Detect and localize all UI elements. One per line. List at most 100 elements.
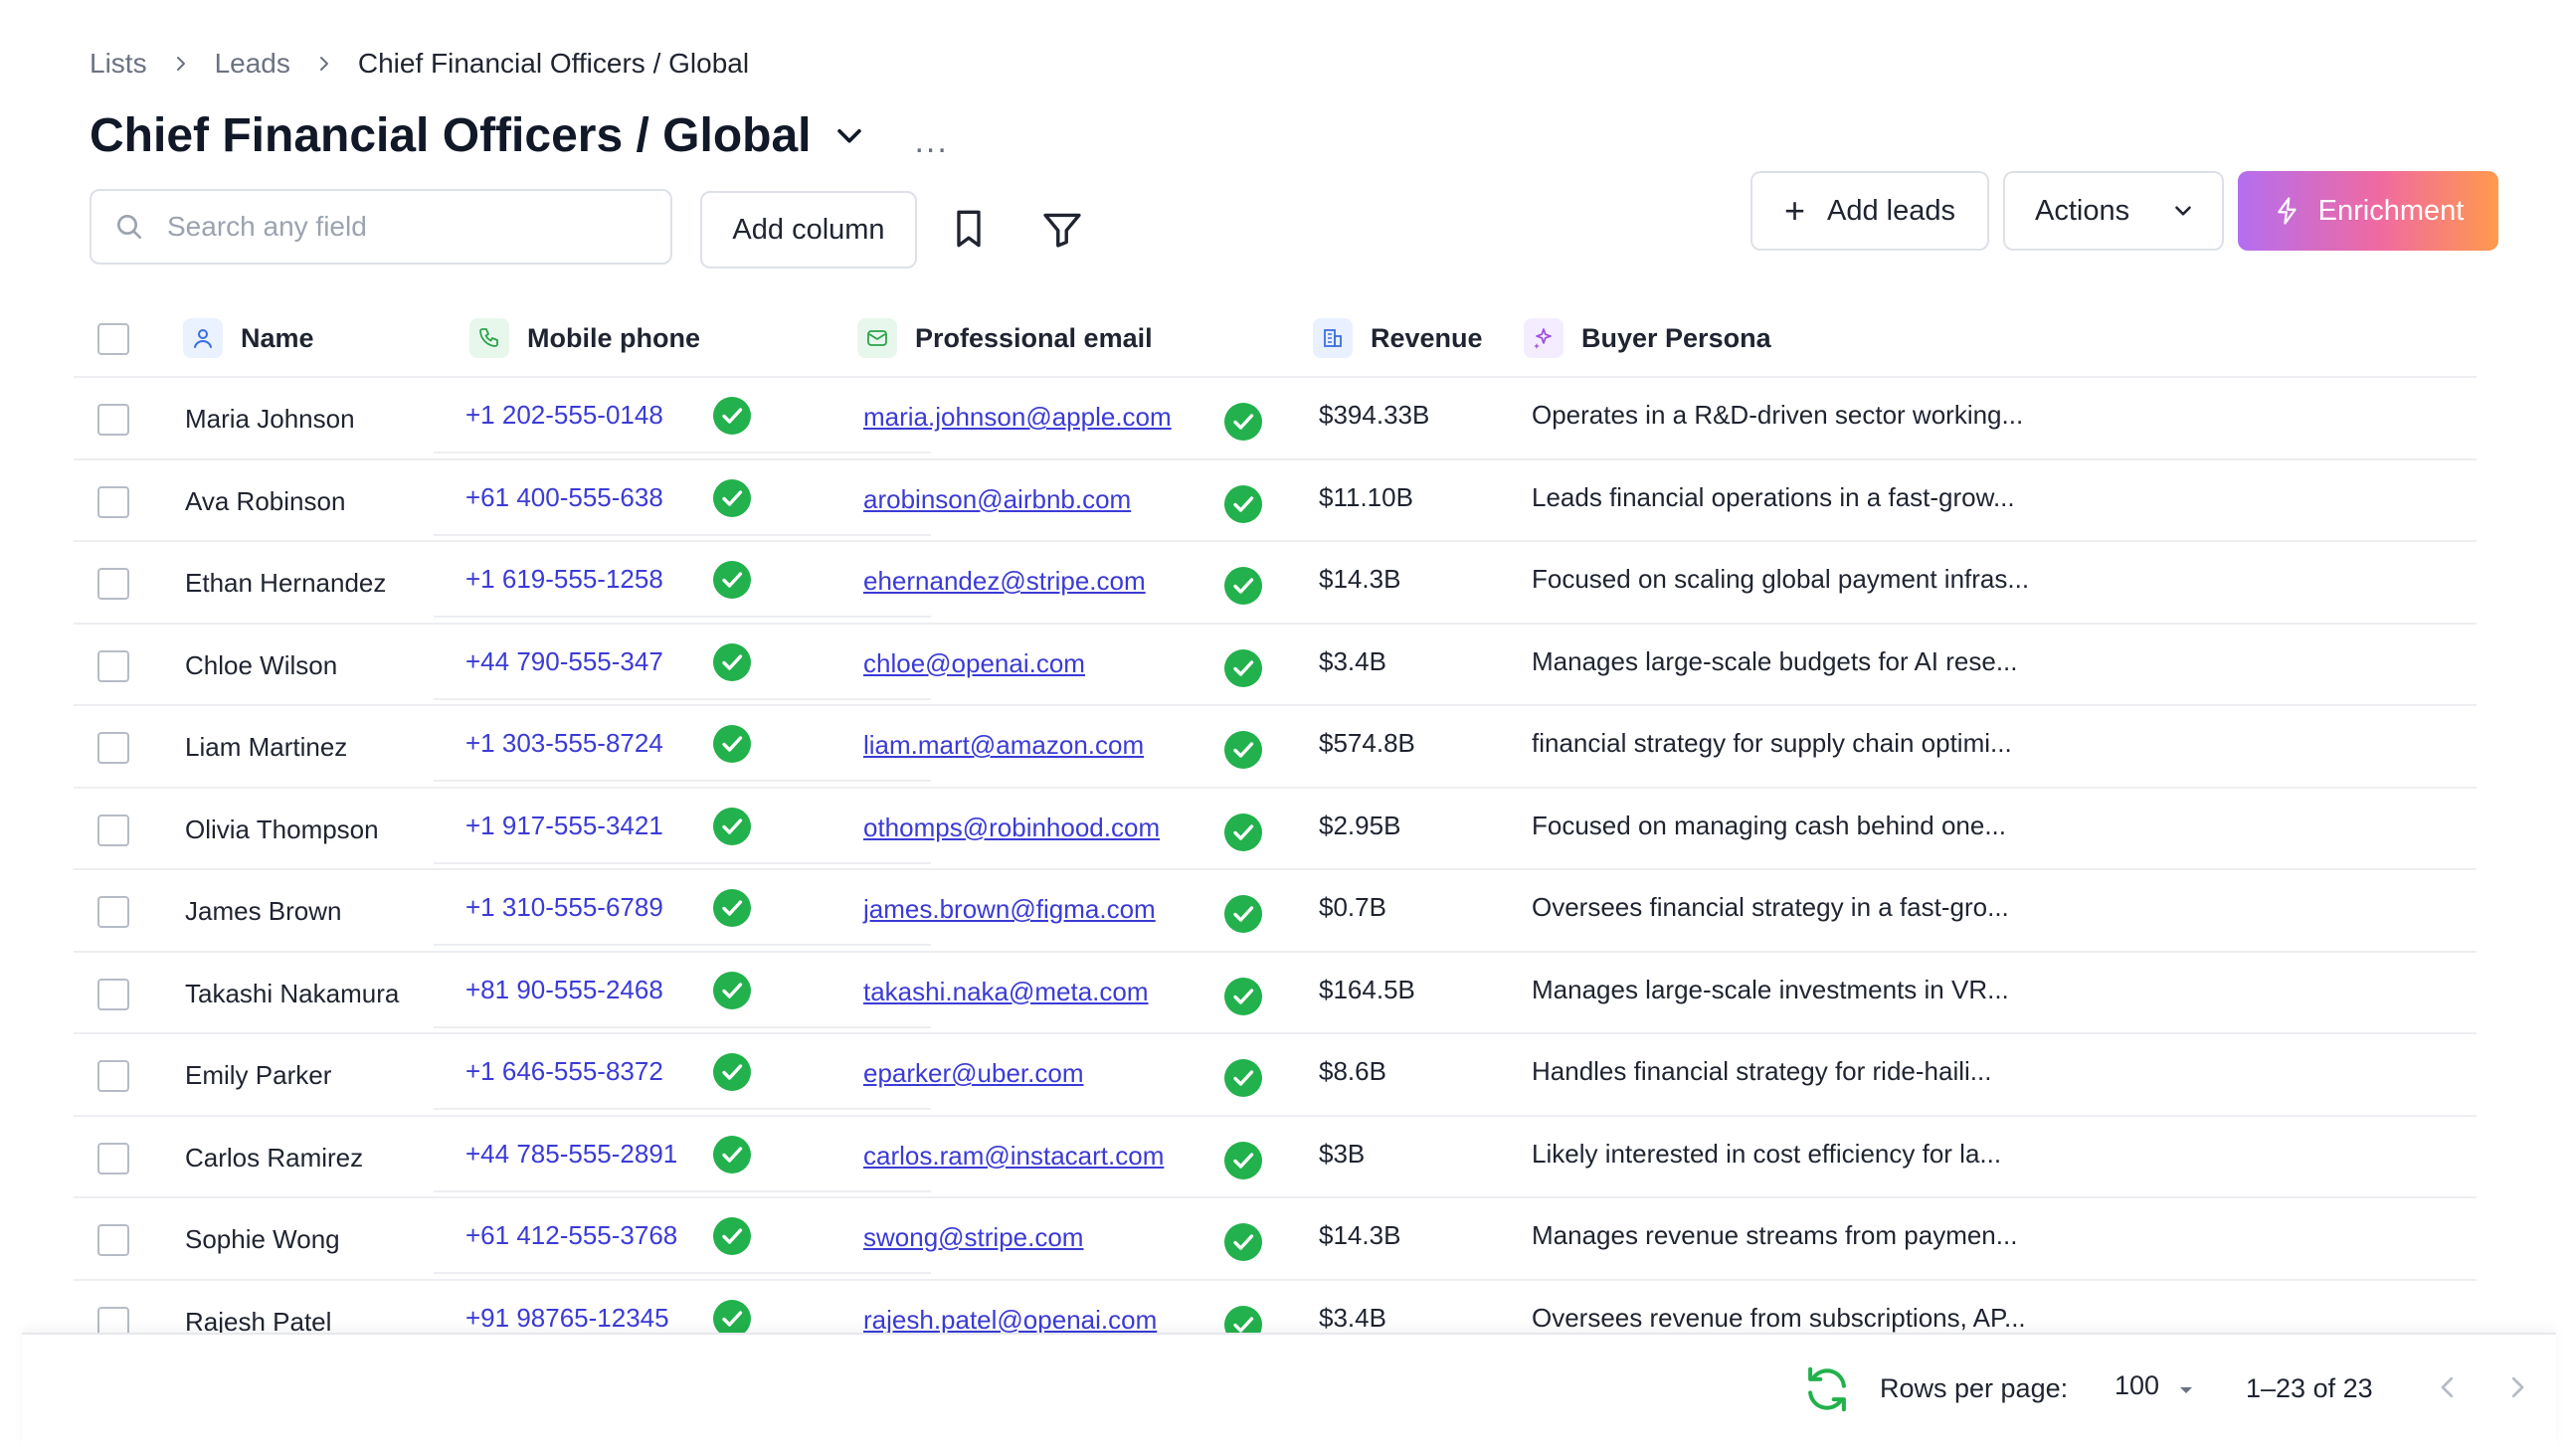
lead-phone[interactable]: +1 202-555-0148 bbox=[465, 400, 663, 431]
chevron-down-icon[interactable] bbox=[832, 118, 866, 152]
table-row[interactable]: Chloe Wilson +44 790-555-347 chloe@openai.… bbox=[74, 622, 2477, 705]
table-row[interactable]: Olivia Thompson +1 917-555-3421 othomps@ro… bbox=[74, 786, 2477, 869]
verified-check-icon bbox=[712, 807, 752, 846]
select-all-checkbox[interactable] bbox=[97, 323, 129, 355]
row-divider bbox=[434, 1025, 931, 1028]
lead-revenue: $8.6B bbox=[1319, 1056, 1386, 1086]
table-row[interactable]: Sophie Wong +61 412-555-3768 swong@stripe.… bbox=[74, 1196, 2477, 1279]
rows-per-page-select[interactable]: 100 bbox=[2115, 1370, 2159, 1401]
row-checkbox[interactable] bbox=[97, 1060, 129, 1092]
column-header-mobile-phone[interactable]: Mobile phone bbox=[469, 308, 700, 368]
search-box[interactable] bbox=[90, 189, 672, 265]
lead-phone[interactable]: +1 917-555-3421 bbox=[465, 811, 663, 841]
column-header-name[interactable]: Name bbox=[183, 308, 314, 368]
column-header-professional-email[interactable]: Professional email bbox=[857, 308, 1153, 368]
row-checkbox[interactable] bbox=[97, 568, 129, 600]
lead-email[interactable]: eparker@uber.com bbox=[863, 1058, 1084, 1089]
lead-phone[interactable]: +44 790-555-347 bbox=[465, 646, 663, 677]
row-checkbox[interactable] bbox=[97, 1224, 129, 1256]
lead-email[interactable]: rajesh.patel@openai.com bbox=[863, 1305, 1157, 1336]
table-row[interactable]: Takashi Nakamura +81 90-555-2468 takashi.n… bbox=[74, 950, 2477, 1033]
actions-dropdown[interactable]: Actions bbox=[2003, 171, 2224, 251]
lead-phone[interactable]: +91 98765-12345 bbox=[465, 1303, 669, 1334]
row-checkbox[interactable] bbox=[97, 1142, 129, 1175]
column-header-label: Professional email bbox=[915, 322, 1153, 353]
lead-phone[interactable]: +61 412-555-3768 bbox=[465, 1220, 677, 1251]
lead-phone[interactable]: +1 303-555-8724 bbox=[465, 728, 663, 759]
lead-name[interactable]: Olivia Thompson bbox=[185, 814, 379, 845]
lead-name[interactable]: Ava Robinson bbox=[185, 486, 345, 517]
lead-revenue: $14.3B bbox=[1319, 564, 1401, 594]
chevron-left-icon[interactable] bbox=[2433, 1372, 2463, 1402]
table-row[interactable]: Ethan Hernandez +1 619-555-1258 ehernandez… bbox=[74, 540, 2477, 623]
lead-phone[interactable]: +1 310-555-6789 bbox=[465, 892, 663, 923]
lead-phone[interactable]: +1 619-555-1258 bbox=[465, 564, 663, 595]
lead-email[interactable]: maria.johnson@apple.com bbox=[863, 402, 1172, 433]
table-row[interactable]: James Brown +1 310-555-6789 james.brown@fi… bbox=[74, 868, 2477, 951]
row-checkbox[interactable] bbox=[97, 649, 129, 682]
lead-name[interactable]: Sophie Wong bbox=[185, 1224, 340, 1255]
lead-name[interactable]: Maria Johnson bbox=[185, 404, 355, 435]
lead-phone[interactable]: +44 785-555-2891 bbox=[465, 1139, 677, 1170]
more-options-icon[interactable]: ... bbox=[914, 124, 948, 158]
lead-buyer-persona: Leads financial operations in a fast-gro… bbox=[1532, 481, 2015, 512]
breadcrumb-lists[interactable]: Lists bbox=[90, 48, 147, 80]
lead-email[interactable]: liam.mart@amazon.com bbox=[863, 730, 1144, 761]
lead-name[interactable]: James Brown bbox=[185, 896, 342, 927]
filter-button[interactable] bbox=[1038, 205, 1086, 253]
row-divider bbox=[434, 452, 931, 453]
verified-check-icon bbox=[1223, 484, 1263, 524]
verified-check-icon bbox=[712, 724, 752, 764]
column-header-label: Buyer Persona bbox=[1581, 322, 1771, 353]
row-checkbox[interactable] bbox=[97, 485, 129, 518]
lead-email[interactable]: chloe@openai.com bbox=[863, 648, 1085, 679]
breadcrumb: Lists Leads Chief Financial Officers / G… bbox=[90, 44, 749, 84]
verified-check-icon bbox=[1223, 566, 1263, 606]
chevron-down-icon bbox=[2175, 206, 2191, 216]
row-checkbox[interactable] bbox=[97, 896, 129, 928]
lead-name[interactable]: Ethan Hernandez bbox=[185, 568, 386, 599]
lead-email[interactable]: takashi.naka@meta.com bbox=[863, 977, 1149, 1007]
table-row[interactable]: Liam Martinez +1 303-555-8724 liam.mart@am… bbox=[74, 704, 2477, 787]
lead-name[interactable]: Emily Parker bbox=[185, 1060, 331, 1091]
lead-name[interactable]: Chloe Wilson bbox=[185, 650, 337, 681]
refresh-icon[interactable] bbox=[1800, 1362, 1854, 1416]
enrichment-button[interactable]: Enrichment bbox=[2238, 171, 2498, 251]
breadcrumb-leads[interactable]: Leads bbox=[215, 48, 290, 80]
verified-check-icon bbox=[1223, 977, 1263, 1016]
lead-email[interactable]: carlos.ram@instacart.com bbox=[863, 1141, 1164, 1172]
bookmark-button[interactable] bbox=[945, 205, 993, 253]
table-row[interactable]: Ava Robinson +61 400-555-638 arobinson@air… bbox=[74, 457, 2477, 541]
chevron-right-icon[interactable] bbox=[2502, 1372, 2532, 1402]
phone-icon bbox=[469, 318, 509, 358]
lead-name[interactable]: Liam Martinez bbox=[185, 732, 347, 763]
column-header-buyer-persona[interactable]: Buyer Persona bbox=[1524, 308, 1771, 368]
column-header-revenue[interactable]: Revenue bbox=[1313, 308, 1483, 368]
lead-phone[interactable]: +81 90-555-2468 bbox=[465, 975, 663, 1005]
lead-email[interactable]: ehernandez@stripe.com bbox=[863, 566, 1146, 597]
bookmark-icon bbox=[957, 210, 981, 248]
lead-phone[interactable]: +1 646-555-8372 bbox=[465, 1056, 663, 1087]
row-checkbox[interactable] bbox=[97, 732, 129, 764]
row-checkbox[interactable] bbox=[97, 404, 129, 436]
lead-name[interactable]: Takashi Nakamura bbox=[185, 979, 399, 1009]
row-checkbox[interactable] bbox=[97, 978, 129, 1010]
add-leads-button[interactable]: + Add leads bbox=[1750, 171, 1989, 251]
column-header-label: Name bbox=[241, 322, 314, 353]
lead-email[interactable]: james.brown@figma.com bbox=[863, 894, 1156, 925]
row-checkbox[interactable] bbox=[97, 814, 129, 846]
table-row[interactable]: Carlos Ramirez +44 785-555-2891 carlos.ram… bbox=[74, 1114, 2477, 1197]
verified-check-icon bbox=[712, 478, 752, 518]
table-row[interactable]: Maria Johnson +1 202-555-0148 maria.johnso… bbox=[74, 376, 2477, 458]
lead-email[interactable]: swong@stripe.com bbox=[863, 1222, 1083, 1253]
search-input[interactable] bbox=[165, 210, 627, 244]
table-row[interactable]: Emily Parker +1 646-555-8372 eparker@uber.… bbox=[74, 1032, 2477, 1115]
lead-name[interactable]: Carlos Ramirez bbox=[185, 1143, 363, 1174]
lightning-icon bbox=[2277, 197, 2297, 225]
lead-email[interactable]: othomps@robinhood.com bbox=[863, 813, 1160, 843]
add-column-button[interactable]: Add column bbox=[700, 191, 917, 269]
lead-phone[interactable]: +61 400-555-638 bbox=[465, 482, 663, 513]
lead-buyer-persona: Focused on scaling global payment infras… bbox=[1532, 564, 2030, 594]
caret-down-icon[interactable] bbox=[2174, 1378, 2198, 1402]
lead-email[interactable]: arobinson@airbnb.com bbox=[863, 484, 1131, 515]
